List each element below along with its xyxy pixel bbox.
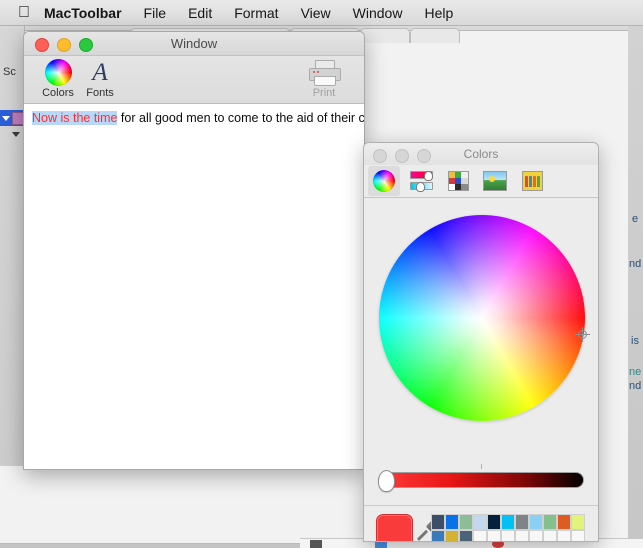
color-swatch[interactable] [431,530,445,542]
color-swatch[interactable] [487,514,501,530]
background-tab[interactable] [410,28,460,43]
tab-color-palettes[interactable] [442,166,474,196]
document-window[interactable]: Window Colors A Fonts Print [23,31,365,470]
disclosure-triangle-icon[interactable] [12,132,20,137]
background-text-fragment: ne [629,366,641,378]
tab-color-wheel[interactable] [368,166,400,196]
font-a-icon: A [74,59,126,86]
document-text-rest[interactable]: for all good men to come to the aid of t… [117,111,365,125]
color-wheel-marker[interactable] [575,327,590,342]
fonts-button-label: Fonts [74,87,126,99]
color-swatch[interactable] [501,514,515,530]
colors-panel-title: Colors [364,147,598,161]
colors-panel-bottom[interactable] [364,506,598,542]
background-text-fragment: e [632,213,638,225]
color-swatch[interactable] [515,514,529,530]
print-toolbar-button[interactable]: Print [298,59,350,99]
apple-logo-icon[interactable]:  [18,5,30,21]
disclosure-triangle-icon[interactable] [2,116,10,121]
image-palettes-icon [483,171,507,191]
menu-item-window[interactable]: Window [342,5,414,21]
background-text-fragment: nd [629,258,641,270]
menu-item-edit[interactable]: Edit [177,5,223,21]
color-swatch[interactable] [473,530,487,542]
color-palettes-icon [448,171,469,191]
color-wheel-icon [373,170,395,192]
color-sliders-icon [410,171,433,191]
document-paragraph[interactable]: Now is the time for all good men to come… [32,110,356,126]
slider-tick-mark [481,464,482,469]
color-swatch[interactable] [557,514,571,530]
background-sidebar[interactable]: Sc [0,26,25,466]
screen: Sc e nd is ne nd  MacToolbar File Edit … [0,0,643,548]
printer-icon [309,59,339,86]
color-swatch[interactable] [557,530,571,542]
fonts-toolbar-button[interactable]: A Fonts [74,59,126,99]
brightness-slider-area[interactable] [364,464,598,506]
background-tab[interactable] [360,28,410,43]
document-text-area[interactable]: Now is the time for all good men to come… [24,104,364,469]
color-swatch[interactable] [487,530,501,542]
menu-item-app[interactable]: MacToolbar [44,5,133,21]
menu-item-view[interactable]: View [290,5,342,21]
color-swatch[interactable] [529,530,543,542]
color-wheel-area[interactable] [364,198,598,464]
colors-panel-title-bar[interactable]: Colors [364,143,598,165]
color-swatch[interactable] [459,530,473,542]
colors-panel-tab-bar[interactable] [364,165,598,198]
color-swatch-grid[interactable] [431,514,585,542]
tab-image-palettes[interactable] [479,166,511,196]
color-swatch[interactable] [571,530,585,542]
menu-item-help[interactable]: Help [413,5,464,21]
background-text-fragment: is [631,335,639,347]
menu-item-file[interactable]: File [133,5,178,21]
background-right-column [628,26,643,548]
color-swatch[interactable] [445,530,459,542]
brightness-slider-knob[interactable] [378,470,395,492]
color-swatch[interactable] [459,514,473,530]
color-swatch[interactable] [501,530,515,542]
tab-color-sliders[interactable] [405,166,437,196]
color-swatch[interactable] [515,530,529,542]
color-swatch[interactable] [445,514,459,530]
document-title-bar[interactable]: Window [24,32,364,56]
color-swatch[interactable] [529,514,543,530]
color-swatch[interactable] [543,514,557,530]
selected-text-run[interactable]: Now is the time [32,111,117,125]
background-sidebar-title: Sc [3,66,16,78]
background-bottom-icon [310,540,322,548]
color-swatch[interactable] [473,514,487,530]
color-swatch[interactable] [543,530,557,542]
document-toolbar[interactable]: Colors A Fonts Print [24,56,364,104]
crayons-icon [522,171,543,191]
brightness-slider-track[interactable] [378,472,584,488]
document-title: Window [24,36,364,51]
tab-crayons[interactable] [516,166,548,196]
colors-panel[interactable]: Colors [363,142,599,542]
color-wheel-icon [45,59,72,86]
background-tree-selected-row[interactable] [0,110,24,126]
current-color-well[interactable] [376,514,413,542]
color-wheel-control[interactable] [379,215,585,421]
menu-item-format[interactable]: Format [223,5,289,21]
print-button-label: Print [298,87,350,99]
menu-bar[interactable]:  MacToolbar File Edit Format View Windo… [0,0,643,26]
background-text-fragment: nd [629,380,641,392]
color-swatch[interactable] [431,514,445,530]
color-swatch[interactable] [571,514,585,530]
